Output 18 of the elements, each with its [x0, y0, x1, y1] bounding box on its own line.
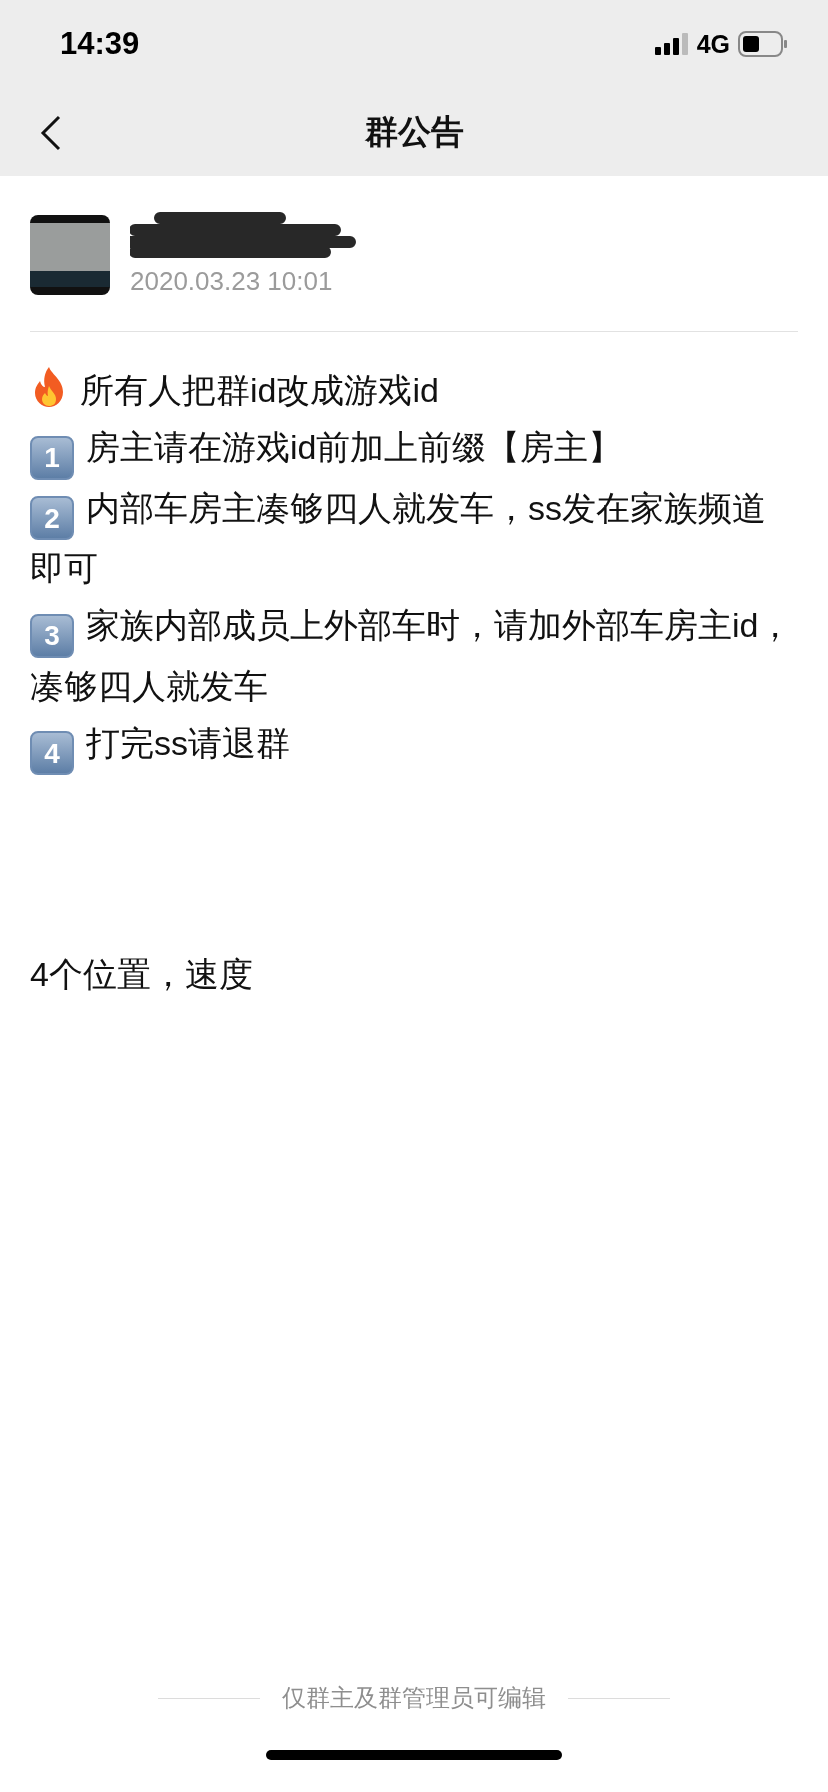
- edit-permission-note: 仅群主及群管理员可编辑: [282, 1683, 546, 1713]
- status-time: 14:39: [60, 26, 140, 62]
- announcement-line: 2 内部车房主凑够四人就发车，ss发在家族频道即可: [30, 487, 767, 589]
- announcement-line: 1 房主请在游戏id前加上前缀【房主】: [30, 419, 798, 480]
- network-type: 4G: [696, 29, 730, 59]
- keycap-number: 2: [30, 496, 74, 540]
- back-icon[interactable]: [40, 115, 62, 151]
- announcement-note: 4个位置，速度: [30, 954, 254, 995]
- battery-icon: [738, 31, 788, 57]
- announcement-line: 所有人把群id改成游戏id: [30, 362, 798, 419]
- post-date: 2020.03.23 10:01: [130, 266, 334, 297]
- keycap-number: 1: [30, 435, 74, 480]
- announcement-line: 3 家族内部成员上外部车时，请加外部车房主id，凑够四人就发车: [30, 605, 794, 707]
- signal-icon: [654, 33, 689, 55]
- keycap-number: 3: [30, 613, 74, 658]
- keycap-number: 4: [30, 731, 74, 775]
- page-title: 群公告: [364, 111, 464, 152]
- announcement-line: 4 打完ss请退群: [30, 714, 798, 775]
